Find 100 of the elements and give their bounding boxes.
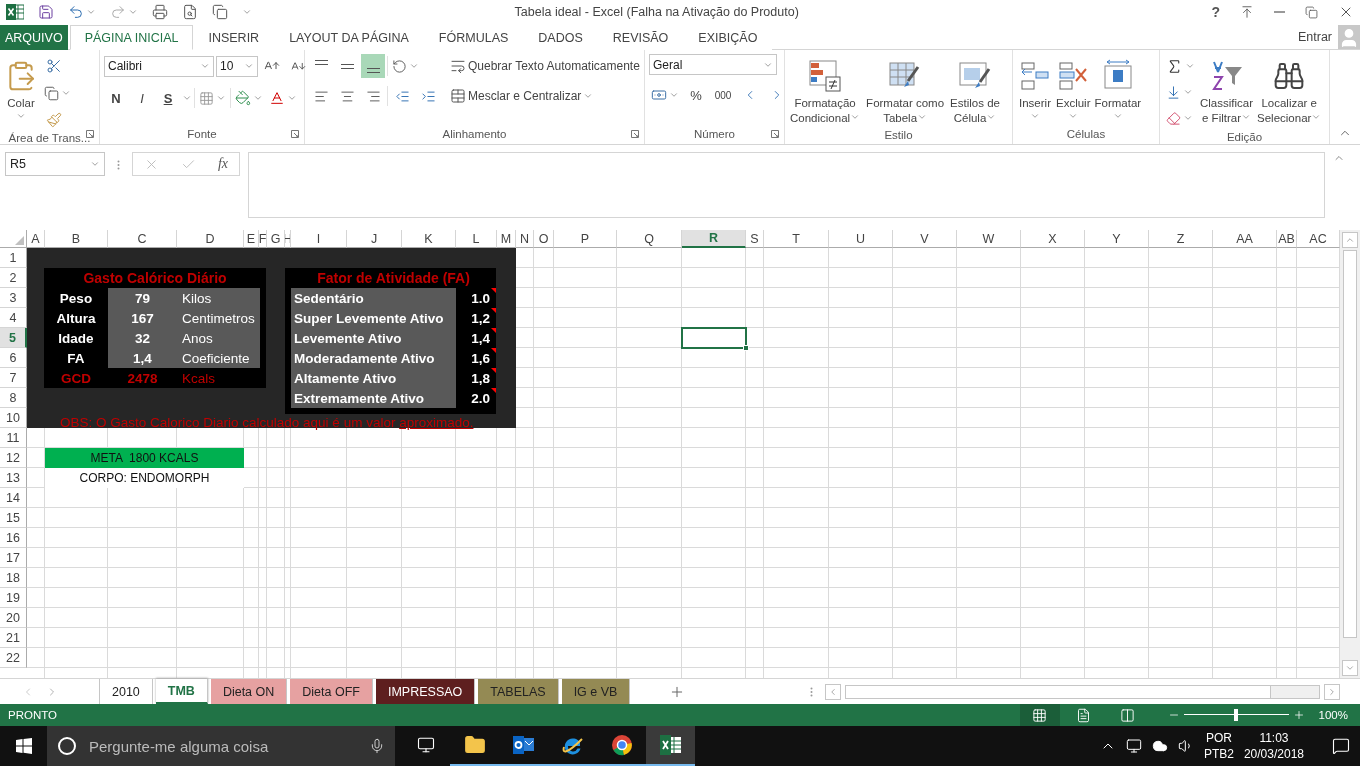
row-header[interactable]: 20 [0, 608, 27, 628]
sheet-tab[interactable]: Dieta OFF [290, 679, 373, 704]
column-header[interactable]: L [456, 230, 497, 248]
font-size-dropdown[interactable]: 10 [216, 55, 258, 77]
ribbon-button[interactable]: Formatar [1093, 54, 1143, 124]
row-header[interactable]: 14 [0, 488, 27, 508]
ribbon-button[interactable]: Classificar e Filtrar [1199, 54, 1255, 130]
value-cell: 79 [108, 288, 177, 308]
column-header[interactable]: Y [1085, 230, 1149, 248]
column-header[interactable]: K [402, 230, 456, 248]
row-header[interactable]: 2 [0, 268, 27, 288]
column-header[interactable]: E [244, 230, 259, 248]
input-language[interactable]: POR PTB2 [1203, 730, 1234, 762]
group-label: Fonte [187, 128, 217, 140]
number-format-dropdown[interactable]: Geral [649, 54, 777, 75]
row-header[interactable]: 3 [0, 288, 27, 308]
table-title: Fator de Atividade (FA) [316, 269, 471, 288]
ribbon-button[interactable]: Localizar e Selecionar [1256, 54, 1323, 130]
search-field[interactable]: Pergunte-me alguma coisa [87, 736, 359, 756]
row-header[interactable]: 13 [0, 468, 27, 488]
zoom-level[interactable]: 100% [1318, 709, 1348, 721]
column-header[interactable]: R [682, 230, 746, 248]
help-button[interactable]: ? [1211, 4, 1220, 20]
column-header[interactable]: X [1021, 230, 1085, 248]
row-header[interactable]: 11 [0, 428, 27, 448]
window-title: Tabela ideal - Excel (Falha na Ativação do Produto) [513, 5, 800, 19]
thousands-button[interactable]: 000 [711, 83, 735, 107]
goal-cell: META 1800 KCALS [45, 448, 244, 468]
unit-cell: Kilos [177, 288, 260, 308]
column-header[interactable]: U [829, 230, 893, 248]
ribbon-tab[interactable]: PÁGINA INICIAL [69, 25, 194, 50]
row-header[interactable]: 5 [0, 328, 27, 348]
sheet-tab[interactable]: TABELAS [478, 679, 559, 704]
sign-in-link[interactable]: Entrar [1297, 29, 1332, 44]
column-header[interactable]: A [27, 230, 45, 248]
row-header[interactable]: 19 [0, 588, 27, 608]
column-header[interactable]: D [177, 230, 244, 248]
row-header[interactable]: 1 [0, 248, 27, 268]
name-box[interactable]: R5 [5, 152, 105, 176]
column-header[interactable]: T [764, 230, 829, 248]
time-text: 11:03 [1259, 730, 1289, 746]
sheet-tab[interactable]: IMPRESSAO [375, 679, 476, 704]
column-header[interactable]: Z [1149, 230, 1213, 248]
row-header[interactable]: 8 [0, 388, 27, 408]
column-header[interactable]: S [746, 230, 764, 248]
column-header[interactable]: AA [1213, 230, 1277, 248]
ribbon-button[interactable]: Excluir [1055, 54, 1092, 124]
row-header[interactable]: 7 [0, 368, 27, 388]
layout-text: PTB2 [1203, 746, 1234, 762]
row-header[interactable]: 4 [0, 308, 27, 328]
status-text: PRONTO [8, 709, 57, 721]
merge-center-button[interactable]: Mesclar e Centralizar [448, 84, 596, 108]
ribbon-button[interactable]: Formatação Condicional [789, 54, 862, 126]
font-name-dropdown[interactable]: Calibri [104, 55, 214, 77]
sheet-tab[interactable]: TMB [155, 679, 208, 704]
column-header[interactable]: P [554, 230, 617, 248]
column-header[interactable]: J [347, 230, 402, 248]
column-header[interactable]: W [957, 230, 1021, 248]
column-header[interactable]: G [267, 230, 285, 248]
column-header[interactable]: Q [617, 230, 682, 248]
column-header[interactable]: N [516, 230, 534, 248]
clock[interactable]: 11:03 20/03/2018 [1243, 730, 1304, 762]
value-cell: 167 [108, 308, 177, 328]
row-header[interactable]: 21 [0, 628, 27, 648]
wrap-text-button[interactable]: Quebrar Texto Automaticamente [448, 54, 642, 78]
paste-button[interactable]: Colar [4, 54, 38, 132]
percent-button[interactable]: % [684, 83, 708, 107]
value-cell: 2.0 [456, 388, 496, 408]
sheet-tab[interactable]: IG e VB [561, 679, 631, 704]
row-header[interactable]: 22 [0, 648, 27, 668]
row-header[interactable]: 15 [0, 508, 27, 528]
ribbon-button[interactable]: Formatar como Tabela [865, 54, 946, 126]
bold-button[interactable]: N [104, 86, 128, 110]
column-header[interactable]: V [893, 230, 957, 248]
sheet-tab[interactable]: Dieta ON [210, 679, 288, 704]
row-header[interactable]: 10 [0, 408, 27, 428]
row-header[interactable]: 12 [0, 448, 27, 468]
column-header[interactable]: I [291, 230, 347, 248]
row-label: Extremamente Ativo [291, 388, 456, 408]
row-header[interactable]: 16 [0, 528, 27, 548]
search-bar[interactable]: Pergunte-me alguma coisa [47, 726, 395, 766]
column-header[interactable]: AB [1277, 230, 1297, 248]
ribbon-tab[interactable]: ARQUIVO [0, 25, 68, 50]
column-header[interactable]: C [108, 230, 177, 248]
column-header[interactable]: O [534, 230, 554, 248]
column-header[interactable]: B [45, 230, 108, 248]
ribbon-button[interactable]: Inserir [1017, 54, 1053, 124]
underline-button[interactable]: S [156, 86, 180, 110]
row-header[interactable]: 18 [0, 568, 27, 588]
value-cell: 1,8 [456, 368, 496, 388]
ribbon-button[interactable]: Estilos de Célula [949, 54, 1001, 126]
value-cell: 1,4 [108, 348, 177, 368]
row-header[interactable]: 17 [0, 548, 27, 568]
row-label: Super Levemente Ativo [291, 308, 456, 328]
column-header[interactable]: AC [1297, 230, 1340, 248]
group-label: Área de Trans... [8, 132, 91, 144]
column-header[interactable]: M [497, 230, 516, 248]
row-header[interactable]: 6 [0, 348, 27, 368]
insert-function-button[interactable]: fx [217, 156, 228, 172]
italic-button[interactable]: I [130, 86, 154, 110]
